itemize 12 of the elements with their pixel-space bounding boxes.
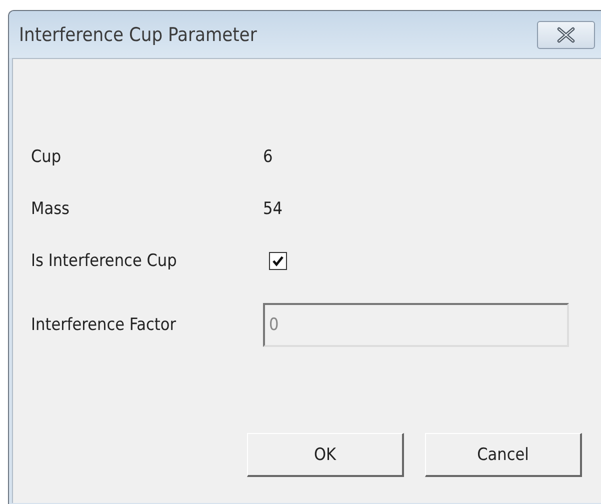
close-icon [556, 26, 576, 42]
checkbox[interactable] [269, 252, 287, 270]
window-title: Interference Cup Parameter [19, 24, 257, 46]
ok-button[interactable]: OK [247, 433, 404, 477]
field-label: Cup [30, 147, 62, 167]
field-label: Is Interference Cup [30, 251, 178, 271]
field-value: 54 [263, 199, 282, 219]
field-label: Interference Factor [30, 315, 178, 335]
close-button[interactable] [537, 20, 595, 48]
field-label: Mass [30, 199, 71, 219]
cancel-button[interactable]: Cancel [425, 433, 582, 477]
field-value: 6 [263, 147, 273, 167]
